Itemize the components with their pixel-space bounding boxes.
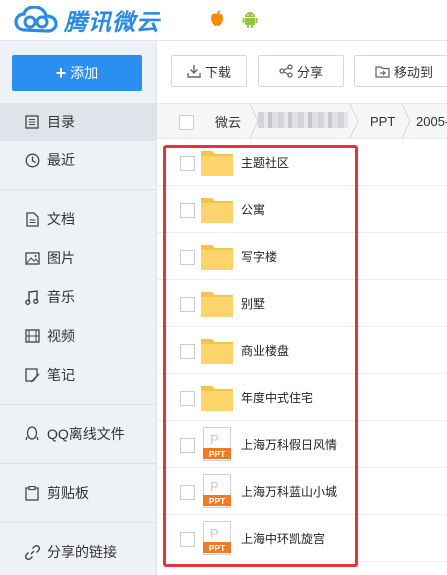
android-icon[interactable] [242, 10, 258, 31]
sidebar-item-images[interactable]: 图片 [0, 239, 156, 277]
music-icon [24, 289, 40, 305]
move-folder-icon [375, 65, 390, 78]
weiyun-logo[interactable]: 腾讯微云 [14, 4, 160, 36]
sidebar-item-recent[interactable]: 最近 [0, 141, 156, 179]
note-icon [24, 367, 40, 383]
toolbar: 下载 分享 移动到 [157, 41, 447, 103]
document-icon [24, 211, 40, 227]
next-row-partial [157, 567, 447, 575]
sidebar-item-label: 剪贴板 [47, 485, 89, 501]
share-button[interactable]: 分享 [258, 55, 344, 87]
sidebar-divider [0, 463, 156, 464]
sidebar-item-documents[interactable]: 文档 [0, 200, 156, 238]
sidebar-item-video[interactable]: 视频 [0, 317, 156, 355]
clock-icon [24, 152, 40, 168]
video-icon [24, 328, 40, 344]
select-all-checkbox[interactable] [179, 115, 194, 130]
plus-icon: + [55, 62, 67, 83]
sidebar-item-label: 文档 [47, 211, 75, 227]
sidebar-divider [0, 404, 156, 405]
sidebar-item-label: 分享的链接 [47, 544, 117, 560]
add-button-label: 添加 [70, 65, 99, 81]
clipboard-icon [24, 485, 40, 501]
red-highlight-box [163, 145, 358, 567]
qq-icon [24, 426, 40, 442]
image-icon [24, 250, 40, 266]
download-button[interactable]: 下载 [171, 55, 247, 87]
breadcrumb-folder-ppt[interactable]: PPT [370, 104, 395, 138]
download-icon [187, 65, 201, 78]
sidebar-item-label: 最近 [47, 152, 75, 168]
sidebar-item-shared-links[interactable]: 分享的链接 [0, 533, 156, 571]
sidebar-divider [0, 522, 156, 523]
brand-title: 腾讯微云 [64, 10, 160, 36]
link-icon [24, 544, 40, 560]
sidebar-item-label: 视频 [47, 328, 75, 344]
breadcrumb-next-folder[interactable]: 2005- [416, 104, 447, 138]
add-button[interactable]: + 添加 [12, 55, 142, 91]
apple-icon[interactable] [210, 10, 224, 30]
sidebar-item-clipboard[interactable]: 剪贴板 [0, 474, 156, 512]
breadcrumb-separator-icon [349, 104, 359, 138]
sidebar-item-music[interactable]: 音乐 [0, 278, 156, 316]
download-label: 下载 [204, 64, 231, 80]
sidebar-item-notes[interactable]: 笔记 [0, 356, 156, 394]
blurred-breadcrumb-segment [258, 112, 348, 128]
breadcrumb-separator-icon [401, 104, 411, 138]
list-icon [24, 114, 40, 130]
cloud-logo-icon [14, 6, 58, 33]
move-to-label: 移动到 [393, 64, 433, 80]
app-header: 腾讯微云 [0, 0, 447, 41]
sidebar-item-label: 图片 [47, 250, 75, 266]
breadcrumb-root[interactable]: 微云 [215, 104, 241, 138]
sidebar-divider [0, 189, 156, 190]
sidebar-item-directory[interactable]: 目录 [0, 103, 156, 141]
share-icon [279, 64, 293, 78]
sidebar-item-label: 目录 [47, 114, 75, 130]
sidebar-item-label: 音乐 [47, 289, 75, 305]
share-label: 分享 [296, 64, 323, 80]
sidebar-item-label: 笔记 [47, 367, 75, 383]
sidebar-item-label: QQ离线文件 [47, 426, 125, 442]
sidebar-item-qq-offline-files[interactable]: QQ离线文件 [0, 415, 156, 453]
move-to-button[interactable]: 移动到 [354, 55, 447, 87]
